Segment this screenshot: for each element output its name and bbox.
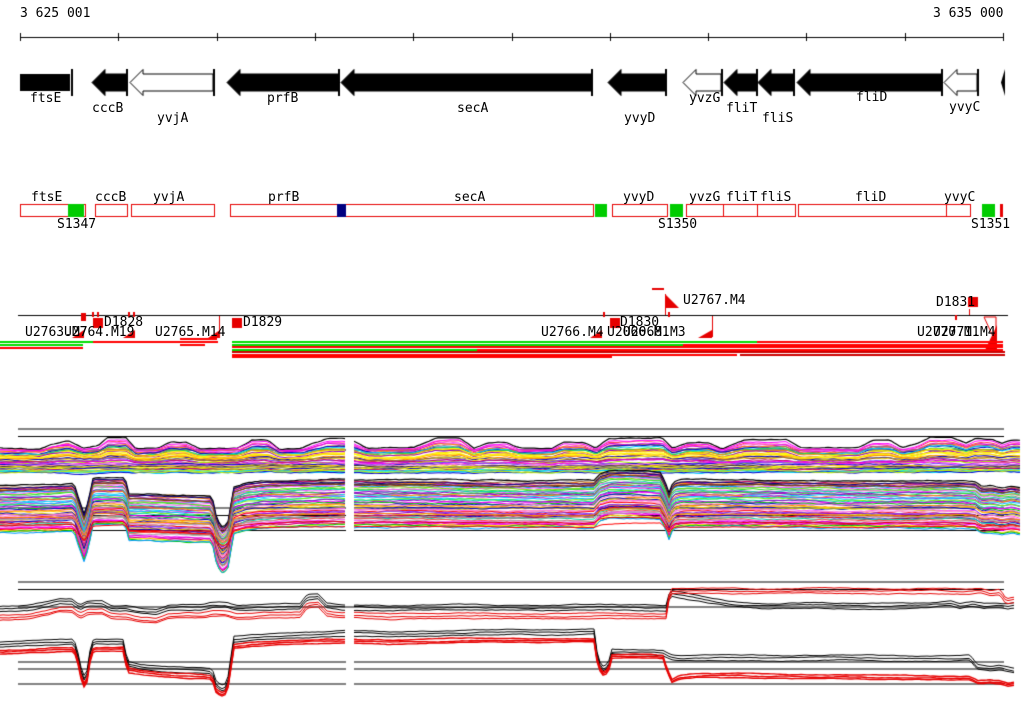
genome-browser-view: 3 625 001 3 635 000 ftsE cccB yvjA prfB secA… [0, 0, 1024, 714]
probe-label-U2771.M4[interactable]: U2771.M4 [933, 326, 996, 339]
probe-label-U2765.M14[interactable]: U2765.M14 [155, 326, 225, 339]
s-segment-label-S1351[interactable]: S1351 [971, 218, 1010, 231]
gene-label-yvyD[interactable]: yvyD [624, 112, 655, 125]
probe-label-D1828[interactable]: D1828 [104, 316, 143, 329]
gene-label-yvyC[interactable]: yvyC [949, 101, 980, 114]
segment-gene-label-yvyD[interactable]: yvyD [623, 191, 654, 204]
gene-label-fliS[interactable]: fliS [762, 112, 793, 125]
probe-label-U2068.M3[interactable]: U2068.M3 [623, 326, 686, 339]
ruler-end-coordinate: 3 635 000 [933, 6, 1004, 21]
probe-label-D1831[interactable]: D1831 [936, 296, 975, 309]
tracks-and-plots-canvas [0, 0, 1024, 714]
gene-label-ftsE[interactable]: ftsE [30, 92, 61, 105]
gene-label-cccB[interactable]: cccB [92, 102, 123, 115]
segment-gene-label-cccB[interactable]: cccB [95, 191, 126, 204]
probe-label-U2766.M4[interactable]: U2766.M4 [541, 326, 604, 339]
segment-gene-label-yvjA[interactable]: yvjA [153, 191, 184, 204]
segment-gene-label-fliD[interactable]: fliD [855, 191, 886, 204]
gene-label-secA[interactable]: secA [457, 102, 488, 115]
s-segment-label-S1350[interactable]: S1350 [658, 218, 697, 231]
segment-gene-label-secA[interactable]: secA [454, 191, 485, 204]
gene-label-fliT[interactable]: fliT [726, 102, 757, 115]
segment-gene-label-yvyC[interactable]: yvyC [944, 191, 975, 204]
ruler-start-coordinate: 3 625 001 [20, 6, 91, 21]
segment-gene-label-yvzG[interactable]: yvzG [689, 191, 720, 204]
s-segment-label-S1347[interactable]: S1347 [57, 218, 96, 231]
gene-label-prfB[interactable]: prfB [267, 92, 298, 105]
segment-gene-label-fliT[interactable]: fliT [726, 191, 757, 204]
probe-label-D1829[interactable]: D1829 [243, 316, 282, 329]
segment-gene-label-fliS[interactable]: fliS [760, 191, 791, 204]
probe-label-U2767.M4[interactable]: U2767.M4 [683, 294, 746, 307]
gene-label-fliD[interactable]: fliD [856, 91, 887, 104]
segment-gene-label-prfB[interactable]: prfB [268, 191, 299, 204]
segment-gene-label-ftsE[interactable]: ftsE [31, 191, 62, 204]
gene-label-yvjA[interactable]: yvjA [157, 112, 188, 125]
gene-label-yvzG[interactable]: yvzG [689, 92, 720, 105]
